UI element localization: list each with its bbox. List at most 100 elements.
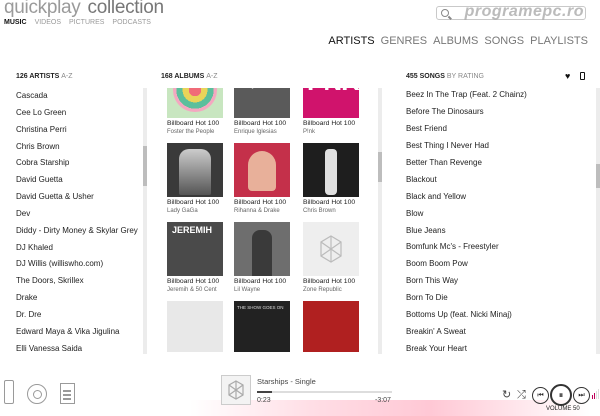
artist-item[interactable]: Dr. Dre xyxy=(16,307,141,324)
song-item[interactable]: Breakin' A Sweat xyxy=(406,324,586,341)
next-icon: ⏭ xyxy=(578,391,585,399)
tab-genres[interactable]: GENRES xyxy=(381,35,427,47)
album-title: Billboard Hot 100 xyxy=(234,120,287,127)
album-tile[interactable] xyxy=(167,301,223,352)
album-artist: Foster the People xyxy=(167,129,215,135)
song-item[interactable]: Better Than Revenge xyxy=(406,155,586,172)
artist-item[interactable]: Cee Lo Green xyxy=(16,105,141,122)
album-artist: Zone Republic xyxy=(303,287,342,293)
album-tile[interactable]: Billboard Hot 100 Lil Wayne xyxy=(234,222,290,294)
heart-icon[interactable]: ♥ xyxy=(565,72,570,81)
tab-artists[interactable]: ARTISTS xyxy=(328,35,374,47)
next-button[interactable]: ⏭ xyxy=(573,387,590,404)
artist-item[interactable]: Drake xyxy=(16,290,141,307)
artists-scrollbar[interactable] xyxy=(143,88,147,354)
app-title: quickplay collection xyxy=(4,0,164,19)
artist-item[interactable]: David Guetta & Usher xyxy=(16,189,141,206)
song-item[interactable]: Blue Jeans xyxy=(406,223,586,240)
previous-icon: ⏮ xyxy=(537,391,544,399)
song-item[interactable]: Best Thing I Never Had xyxy=(406,138,586,155)
view-tabs: ARTISTS GENRES ALBUMS SONGS PLAYLISTS xyxy=(328,35,588,47)
album-tile[interactable]: ENRIQUE IGLESIAS Billboard Hot 100 Enrique… xyxy=(234,88,290,136)
disc-icon[interactable] xyxy=(27,384,47,404)
song-item[interactable]: Beez In The Trap (Feat. 2 Chainz) xyxy=(406,87,586,104)
tab-songs[interactable]: SONGS xyxy=(484,35,524,47)
shuffle-icon[interactable]: ⤮ xyxy=(517,390,526,401)
album-tile[interactable]: Billboard Hot 100 Zone Republic xyxy=(303,222,359,294)
albums-sort[interactable]: A-Z xyxy=(206,73,217,80)
album-cover: PNK xyxy=(303,88,359,118)
artist-item[interactable]: Christina Perri xyxy=(16,122,141,139)
album-cover xyxy=(303,143,359,197)
now-playing-title: Starships - Single xyxy=(257,377,316,386)
song-item[interactable]: Born To Die xyxy=(406,290,586,307)
device-icon[interactable] xyxy=(4,380,14,404)
songs-scrollbar[interactable] xyxy=(596,88,600,354)
tab-albums[interactable]: ALBUMS xyxy=(433,35,478,47)
previous-button[interactable]: ⏮ xyxy=(532,387,549,404)
subnav-music[interactable]: MUSIC xyxy=(4,19,27,26)
song-item[interactable]: Born This Way xyxy=(406,273,586,290)
now-playing-art[interactable] xyxy=(221,375,251,405)
artist-item[interactable]: Cobra Starship xyxy=(16,155,141,172)
songs-sort[interactable]: BY RATING xyxy=(447,73,484,80)
phone-icon[interactable] xyxy=(580,72,585,80)
artist-item[interactable]: Cascada xyxy=(16,88,141,105)
volume-label[interactable]: VOLUME 50 xyxy=(546,406,580,412)
tab-playlists[interactable]: PLAYLISTS xyxy=(530,35,588,47)
repeat-icon[interactable]: ↻ xyxy=(502,390,511,401)
songs-count: 455 SONGS xyxy=(406,73,445,80)
album-tile[interactable]: Billboard Hot 100 Rihanna & Drake xyxy=(234,143,290,215)
song-item[interactable]: Boom Boom Pow xyxy=(406,256,586,273)
cover-caption: PNK xyxy=(307,88,359,97)
artist-item[interactable]: DJ Khaled xyxy=(16,240,141,257)
album-tile[interactable]: Billboard Hot 100 Chris Brown xyxy=(303,143,359,215)
artist-item[interactable]: Elli Vanessa Saida xyxy=(16,341,141,354)
album-tile[interactable] xyxy=(303,301,359,352)
artist-item[interactable]: Diddy - Dirty Money & Skylar Grey xyxy=(16,223,141,240)
artist-item[interactable]: The Doors, Skrillex xyxy=(16,273,141,290)
albums-scroll-thumb[interactable] xyxy=(378,152,382,182)
album-artist: Lil Wayne xyxy=(234,287,261,293)
subnav-pictures[interactable]: PICTURES xyxy=(69,19,104,26)
document-icon[interactable] xyxy=(60,383,75,404)
song-item[interactable]: Break Your Heart xyxy=(406,341,586,353)
zune-placeholder-icon xyxy=(228,380,244,400)
artist-item[interactable]: DJ Willis (williswho.com) xyxy=(16,256,141,273)
album-tile[interactable]: Billboard Hot 100 Foster the People xyxy=(167,88,223,136)
album-tile[interactable]: Billboard Hot 100 Lady GaGa xyxy=(167,143,223,215)
album-tile[interactable]: THE SHOW GOES ON xyxy=(234,301,290,352)
section-title: collection xyxy=(87,0,165,18)
subnav-podcasts[interactable]: PODCASTS xyxy=(112,19,151,26)
album-cover xyxy=(234,143,290,197)
song-item[interactable]: Black and Yellow xyxy=(406,189,586,206)
volume-level-icon[interactable] xyxy=(592,389,599,399)
song-item[interactable]: Before The Dinosaurs xyxy=(406,104,586,121)
song-item[interactable]: Blow xyxy=(406,206,586,223)
cover-caption: THE SHOW GOES ON xyxy=(237,305,284,310)
album-tile[interactable]: PNK Billboard Hot 100 P!nk xyxy=(303,88,359,136)
album-title: Billboard Hot 100 xyxy=(303,120,356,127)
song-item[interactable]: Best Friend xyxy=(406,121,586,138)
artist-item[interactable]: Chris Brown xyxy=(16,139,141,156)
artist-item[interactable]: Dev xyxy=(16,206,141,223)
songs-scroll-thumb[interactable] xyxy=(596,164,600,188)
artists-sort[interactable]: A-Z xyxy=(61,73,72,80)
song-item[interactable]: Bottoms Up (feat. Nicki Minaj) xyxy=(406,307,586,324)
cover-caption: ENRIQUE IGLESIAS xyxy=(238,88,285,90)
artist-item[interactable]: David Guetta xyxy=(16,172,141,189)
album-title: Billboard Hot 100 xyxy=(303,278,356,285)
cover-art xyxy=(248,151,276,191)
album-tile[interactable]: JEREMIH Billboard Hot 100 Jeremih & 50 Cen… xyxy=(167,222,223,294)
artists-count: 126 ARTISTS xyxy=(16,73,60,80)
subnav-videos[interactable]: VIDEOS xyxy=(35,19,61,26)
progress-bar[interactable] xyxy=(257,391,392,393)
albums-count: 168 ALBUMS xyxy=(161,73,205,80)
app-name: quickplay xyxy=(4,0,81,18)
artists-scroll-thumb[interactable] xyxy=(143,146,147,186)
albums-scrollbar[interactable] xyxy=(378,88,382,354)
pause-button[interactable]: ⏸ xyxy=(550,384,572,406)
artist-item[interactable]: Edward Maya & Vika Jigulina xyxy=(16,324,141,341)
song-item[interactable]: Blackout xyxy=(406,172,586,189)
song-item[interactable]: Bomfunk Mc's - Freestyler xyxy=(406,239,586,256)
